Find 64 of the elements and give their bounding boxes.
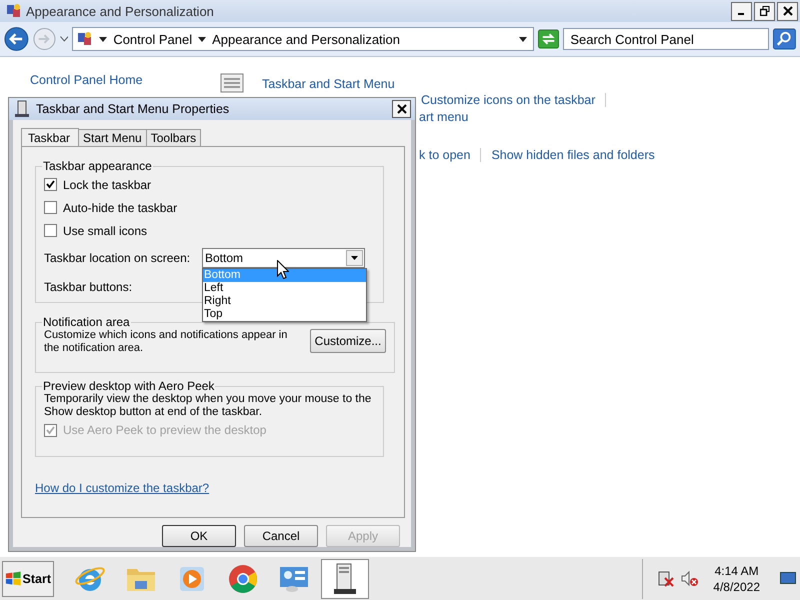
task-link[interactable]: Customize icons on the taskbar: [421, 93, 596, 107]
section-title-link[interactable]: Taskbar and Start Menu: [262, 77, 395, 91]
help-link[interactable]: How do I customize the taskbar?: [35, 481, 210, 495]
group-title: Taskbar appearance: [42, 159, 153, 173]
buttons-label: Taskbar buttons:: [44, 280, 132, 294]
breadcrumb[interactable]: Control Panel: [113, 32, 192, 46]
dropdown-icon[interactable]: [519, 36, 528, 42]
minimize-button[interactable]: [731, 2, 752, 20]
caret-icon[interactable]: [99, 36, 108, 42]
tab[interactable]: Toolbars: [146, 129, 202, 146]
close-icon: [782, 6, 792, 16]
search-icon[interactable]: [773, 28, 796, 50]
refresh-button[interactable]: [538, 29, 560, 49]
checkbox-label[interactable]: Lock the taskbar: [63, 178, 152, 192]
dropdown-option[interactable]: Right: [203, 295, 366, 308]
clock-date[interactable]: 4/8/2022: [713, 579, 760, 595]
dropdown-option[interactable]: Top: [203, 308, 366, 321]
checkbox-label[interactable]: Use small icons: [63, 224, 148, 238]
dialog-button[interactable]: Cancel: [244, 525, 318, 547]
close-button[interactable]: [392, 100, 411, 118]
back-button[interactable]: [4, 26, 29, 52]
clock-time[interactable]: 4:14 AM: [714, 563, 759, 579]
caret-icon[interactable]: [60, 36, 68, 42]
tab[interactable]: Start Menu: [78, 129, 147, 146]
computer-icon: [14, 100, 30, 118]
tab[interactable]: Taskbar: [21, 128, 80, 147]
dropdown-option[interactable]: Left: [203, 282, 366, 295]
restore-button[interactable]: [754, 2, 775, 20]
group-title: Preview desktop with Aero Peek: [42, 379, 216, 393]
caret-icon[interactable]: [198, 36, 206, 42]
checkbox[interactable]: [44, 201, 57, 214]
checkbox-label[interactable]: Auto-hide the taskbar: [63, 200, 178, 214]
address-bar[interactable]: Control Panel Appearance and Personalization: [72, 27, 534, 51]
volume-muted-icon: [681, 570, 700, 588]
home-link[interactable]: Control Panel Home: [30, 73, 143, 87]
task-link[interactable]: art menu: [419, 110, 468, 124]
customize-button[interactable]: Customize...: [310, 329, 386, 353]
round-browser-icon: [227, 563, 259, 595]
taskbar-icon: [220, 73, 246, 95]
group-title: Notification area: [42, 315, 131, 329]
window-title: Appearance and Personalization: [26, 4, 214, 18]
close-icon: [396, 104, 406, 114]
control-panel-icon: [6, 3, 22, 19]
close-button[interactable]: [777, 2, 798, 20]
checkbox[interactable]: [44, 224, 57, 237]
notification-text: Customize which icons and notifications appear in the notification area.: [44, 329, 288, 355]
task-link[interactable]: k to open: [419, 148, 470, 162]
search-field[interactable]: Search Control Panel: [563, 28, 770, 50]
control-panel-icon: [77, 31, 94, 47]
start-button[interactable]: Start: [2, 561, 54, 597]
caret-icon: [351, 256, 358, 260]
task-link[interactable]: Show hidden files and folders: [491, 148, 655, 162]
show-desktop-icon[interactable]: [780, 572, 796, 586]
network-icon: [657, 570, 676, 588]
taskbar-app-button[interactable]: [321, 559, 369, 599]
breadcrumb[interactable]: Appearance and Personalization: [212, 32, 400, 46]
dialog-button[interactable]: OK: [162, 525, 236, 547]
windows-logo-icon: [5, 571, 22, 587]
checkbox[interactable]: [44, 178, 57, 191]
location-label: Taskbar location on screen:: [44, 251, 192, 265]
location-dropdown[interactable]: Bottom: [202, 248, 365, 268]
restore-icon: [760, 6, 770, 16]
dialog-title: Taskbar and Start Menu Properties: [36, 102, 230, 116]
peek-text: Temporarily view the desktop when you move your mouse to the Show desktop button at end of the taskbar.: [44, 393, 372, 419]
